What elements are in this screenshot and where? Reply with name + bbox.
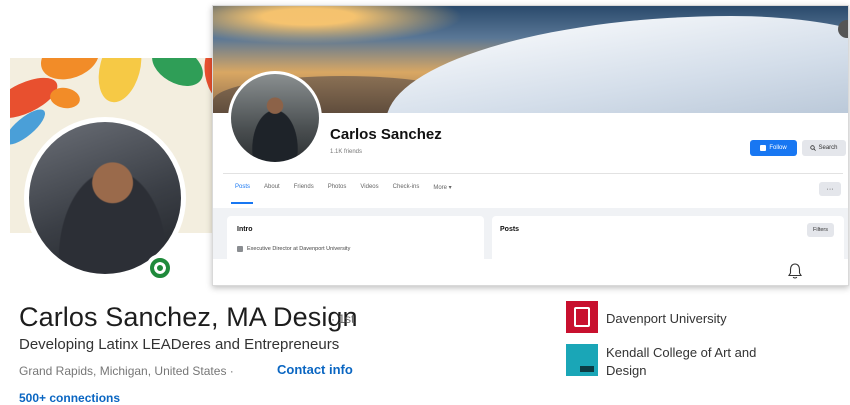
org-name: Kendall College of Art and Design: [606, 345, 757, 378]
davenport-logo-icon: [566, 301, 598, 333]
briefcase-icon: [237, 246, 243, 252]
facebook-profile-name: Carlos Sanchez: [330, 126, 442, 143]
bell-icon[interactable]: [787, 262, 803, 280]
profile-tabs: Posts About Friends Photos Videos Check-…: [235, 184, 452, 191]
kendall-logo-icon: [566, 344, 598, 376]
friends-count[interactable]: 1.1K friends: [330, 149, 362, 155]
filters-button[interactable]: Filters: [807, 223, 834, 237]
follow-icon: [760, 145, 767, 151]
tab-about[interactable]: About: [264, 184, 280, 191]
screenshot-collage: Carlos Sanchez, MA Design · 1st Developi…: [0, 0, 850, 405]
tab-check-ins[interactable]: Check-ins: [393, 184, 420, 191]
header-divider: [223, 173, 843, 174]
linkedin-location: Grand Rapids, Michigan, United States ·: [19, 364, 234, 378]
filters-label: Filters: [813, 227, 828, 233]
org-davenport[interactable]: Davenport University: [566, 301, 727, 333]
contact-info-link[interactable]: Contact info: [277, 362, 353, 377]
search-icon: [810, 145, 817, 151]
bottom-bar: [213, 259, 848, 285]
camera-icon[interactable]: [838, 20, 848, 38]
search-button[interactable]: Search: [802, 140, 846, 156]
intro-title: Intro: [237, 226, 253, 233]
profile-photo-image: [29, 122, 181, 274]
profile-photo-image: [231, 74, 319, 162]
tab-friends[interactable]: Friends: [294, 184, 314, 191]
org-kendall[interactable]: Kendall College of Art and Design: [566, 344, 796, 380]
open-to-work-status-icon: [146, 254, 174, 282]
intro-work-line: Executive Director at Davenport Universi…: [237, 246, 350, 252]
org-name: Davenport University: [606, 311, 727, 326]
search-label: Search: [818, 145, 838, 151]
tab-more[interactable]: More ▾: [433, 184, 451, 191]
active-tab-indicator: [231, 202, 253, 204]
facebook-profile-photo[interactable]: [228, 71, 322, 165]
more-options-button[interactable]: ···: [819, 182, 841, 196]
intro-work-text: Executive Director at Davenport Universi…: [247, 246, 351, 252]
facebook-profile-window: Carlos Sanchez 1.1K friends Follow Searc…: [212, 5, 849, 286]
linkedin-headline: Developing Latinx LEADeres and Entrepren…: [19, 336, 340, 353]
follow-button[interactable]: Follow: [750, 140, 797, 156]
follow-label: Follow: [769, 145, 787, 151]
posts-title: Posts: [500, 226, 520, 233]
connections-link[interactable]: 500+ connections: [19, 391, 120, 405]
tab-videos[interactable]: Videos: [360, 184, 378, 191]
connection-degree: · 1st: [331, 312, 355, 326]
tab-posts[interactable]: Posts: [235, 184, 250, 191]
tab-photos[interactable]: Photos: [328, 184, 347, 191]
linkedin-profile-name: Carlos Sanchez, MA Design: [19, 302, 358, 332]
